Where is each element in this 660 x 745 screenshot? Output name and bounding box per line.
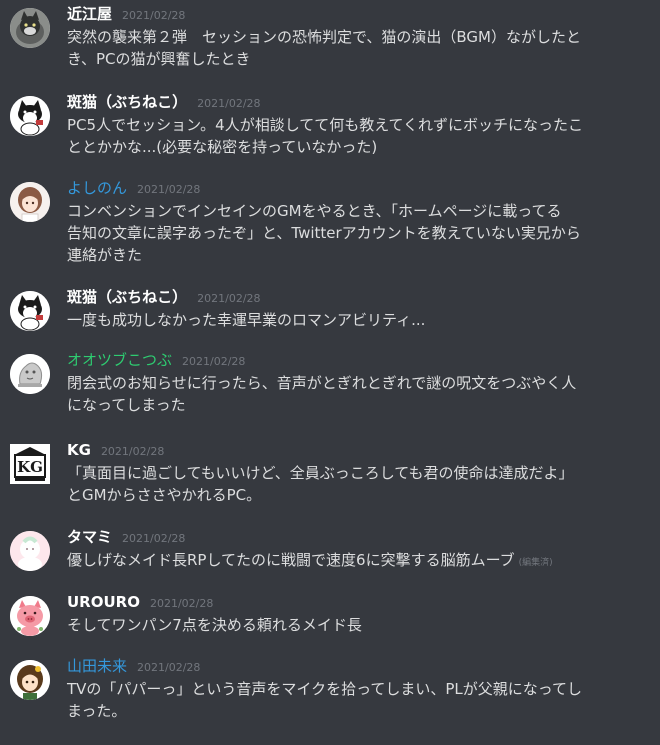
timestamp: 2021/02/28 (122, 532, 186, 545)
message-header: KG 2021/02/28 (67, 440, 164, 462)
anime-girl-avatar[interactable] (10, 182, 50, 222)
message-text: 突然の襲来第２弾 セッションの恐怖判定で、猫の演出（BGM）ながしたと き、PC… (67, 28, 581, 68)
timestamp: 2021/02/28 (182, 355, 246, 368)
message-content: 優しげなメイド長RPしてたのに戦闘で速度6に突撃する脳筋ムーブ (67, 551, 515, 569)
timestamp: 2021/02/28 (122, 9, 186, 22)
message-header: 近江屋 2021/02/28 (67, 4, 185, 26)
message-text: そしてワンパン7点を決める頼れるメイド長 (67, 616, 362, 634)
message-text: 一度も成功しなかった幸運早業のロマンアビリティ... (67, 311, 426, 329)
timestamp: 2021/02/28 (149, 597, 214, 610)
author-name[interactable]: オオツブこつぶ (67, 351, 172, 369)
message-text: PC5人でセッション。4人が相談してて何も教えてくれずにボッチになったこ ととか… (67, 116, 584, 156)
author-name[interactable]: UROURO (67, 593, 140, 611)
author-name[interactable]: 近江屋 (67, 5, 112, 23)
pink-pig-avatar[interactable] (10, 596, 50, 636)
author-name[interactable]: よしのん (67, 179, 127, 197)
black-white-cat-avatar[interactable] (10, 96, 50, 136)
message-text: 「真面目に過ごしてもいいけど、全員ぶっころしても君の使命は達成だよ」 とGMから… (67, 464, 574, 504)
timestamp: 2021/02/28 (100, 445, 165, 458)
timestamp: 2021/02/28 (197, 97, 261, 110)
message-header: オオツブこつぶ 2021/02/28 (67, 350, 245, 372)
message-text: TVの「パパーっ」という音声をマイクを拾ってしまい、PLが父親になってし まった… (67, 680, 583, 720)
grey-sketch-avatar[interactable] (10, 354, 50, 394)
cat-photo-avatar[interactable] (10, 8, 50, 48)
edited-label: (編集済) (518, 558, 553, 568)
timestamp: 2021/02/28 (197, 292, 261, 305)
timestamp: 2021/02/28 (137, 661, 201, 674)
black-white-cat-avatar[interactable] (10, 291, 50, 331)
message-text: 閉会式のお知らせに行ったら、音声がとぎれとぎれで謎の呪文をつぶやく人 になってし… (67, 374, 577, 414)
message-header: よしのん 2021/02/28 (67, 178, 200, 200)
author-name[interactable]: KG (67, 441, 91, 459)
message-text: コンベンションでインセインのGMをやるとき、「ホームページに載ってる 告知の文章… (67, 202, 581, 264)
author-name[interactable]: タマミ (67, 528, 112, 546)
kg-logo-text: KG (17, 458, 43, 476)
message-header: 山田未来 2021/02/28 (67, 656, 200, 678)
message-header: UROURO 2021/02/28 (67, 592, 213, 614)
pastel-character-avatar[interactable] (10, 531, 50, 571)
author-name[interactable]: 斑猫（ぶちねこ） (67, 93, 187, 111)
author-name[interactable]: 山田未来 (67, 657, 127, 675)
brown-hair-girl-avatar[interactable] (10, 660, 50, 700)
kg-logo-avatar[interactable]: KG (10, 444, 50, 484)
message-header: 斑猫（ぶちねこ） 2021/02/28 (67, 287, 261, 309)
author-name[interactable]: 斑猫（ぶちねこ） (67, 288, 187, 306)
timestamp: 2021/02/28 (137, 183, 201, 196)
message-text: 優しげなメイド長RPしてたのに戦闘で速度6に突撃する脳筋ムーブ (編集済) (67, 549, 652, 574)
message-header: タマミ 2021/02/28 (67, 527, 185, 549)
message-header: 斑猫（ぶちねこ） 2021/02/28 (67, 92, 261, 114)
